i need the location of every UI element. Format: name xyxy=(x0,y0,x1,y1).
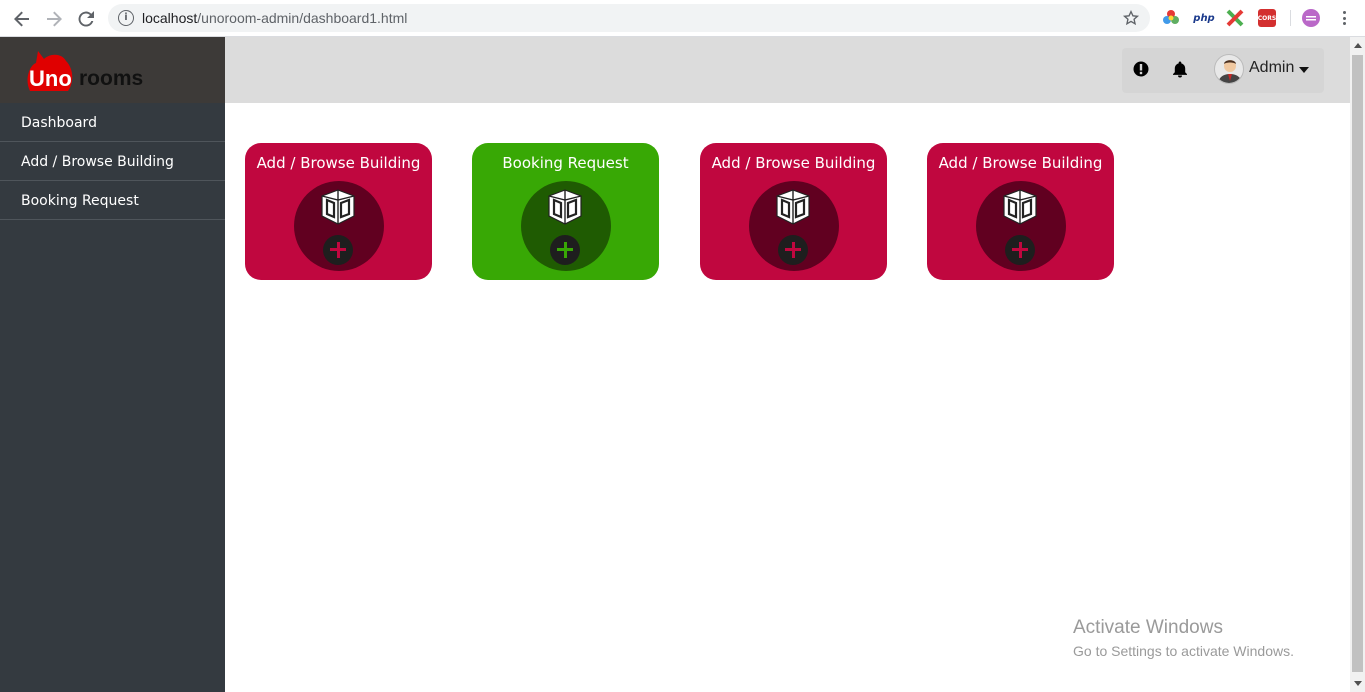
card-icon-circle xyxy=(749,181,839,271)
avatar[interactable] xyxy=(1214,54,1244,84)
brand-logo[interactable]: Uno rooms xyxy=(0,37,225,103)
arrow-left-icon xyxy=(14,11,29,27)
scrollbar-thumb[interactable] xyxy=(1352,55,1363,672)
sidebar-item-add-browse-building[interactable]: Add / Browse Building xyxy=(0,142,225,181)
address-bar[interactable]: i localhost/unoroom-admin/dashboard1.htm… xyxy=(108,4,1150,32)
sidebar-item-dashboard[interactable]: Dashboard xyxy=(0,103,225,142)
card-title: Add / Browse Building xyxy=(711,154,876,172)
back-button[interactable] xyxy=(10,7,34,31)
card-title: Add / Browse Building xyxy=(256,154,421,172)
top-navbar: Admin xyxy=(225,37,1350,103)
toolbar-divider xyxy=(1290,10,1291,26)
navbar-tools: Admin xyxy=(1122,48,1324,93)
building-icon xyxy=(1003,189,1037,225)
sidebar: Uno rooms Dashboard Add / Browse Buildin… xyxy=(0,37,225,692)
x-extension-icon[interactable] xyxy=(1226,9,1244,27)
browser-menu-icon[interactable] xyxy=(1337,9,1351,27)
caret-down-icon[interactable] xyxy=(1299,67,1309,73)
brand-uno: Uno xyxy=(29,66,72,91)
scroll-up-icon[interactable] xyxy=(1354,43,1362,48)
color-wheel-extension-icon[interactable] xyxy=(1162,9,1180,27)
reload-icon xyxy=(78,11,94,27)
page-scrollbar[interactable] xyxy=(1350,37,1365,692)
arrow-right-icon xyxy=(47,11,62,27)
reload-button[interactable] xyxy=(74,7,98,31)
php-extension-icon[interactable]: php xyxy=(1193,9,1215,27)
bookmark-star-icon[interactable] xyxy=(1122,9,1140,27)
sidebar-item-booking-request[interactable]: Booking Request xyxy=(0,181,225,220)
bell-icon[interactable] xyxy=(1171,60,1189,78)
browser-toolbar: i localhost/unoroom-admin/dashboard1.htm… xyxy=(0,0,1365,37)
card-add-browse-building-3[interactable]: Add / Browse Building xyxy=(927,143,1114,280)
profile-extension-icon[interactable] xyxy=(1302,9,1320,27)
cors-extension-icon[interactable]: CORS xyxy=(1258,9,1276,27)
building-icon xyxy=(548,189,582,225)
card-add-browse-building[interactable]: Add / Browse Building xyxy=(245,143,432,280)
scroll-down-icon[interactable] xyxy=(1354,681,1362,686)
building-icon xyxy=(776,189,810,225)
building-icon xyxy=(321,189,355,225)
forward-button[interactable] xyxy=(42,7,66,31)
info-icon[interactable]: i xyxy=(118,10,134,26)
card-add-browse-building-2[interactable]: Add / Browse Building xyxy=(700,143,887,280)
card-booking-request[interactable]: Booking Request xyxy=(472,143,659,280)
card-title: Add / Browse Building xyxy=(938,154,1103,172)
plus-icon[interactable] xyxy=(550,235,580,265)
alert-icon[interactable] xyxy=(1132,60,1150,78)
url-text: localhost/unoroom-admin/dashboard1.html xyxy=(142,10,408,26)
plus-icon[interactable] xyxy=(778,235,808,265)
plus-icon[interactable] xyxy=(323,235,353,265)
card-title: Booking Request xyxy=(502,154,629,172)
activate-windows-title: Activate Windows xyxy=(1073,617,1223,638)
card-icon-circle xyxy=(976,181,1066,271)
user-menu-label[interactable]: Admin xyxy=(1249,59,1294,77)
activate-windows-subtitle: Go to Settings to activate Windows. xyxy=(1073,643,1294,659)
card-icon-circle xyxy=(521,181,611,271)
plus-icon[interactable] xyxy=(1005,235,1035,265)
brand-rooms: rooms xyxy=(79,67,144,90)
card-icon-circle xyxy=(294,181,384,271)
